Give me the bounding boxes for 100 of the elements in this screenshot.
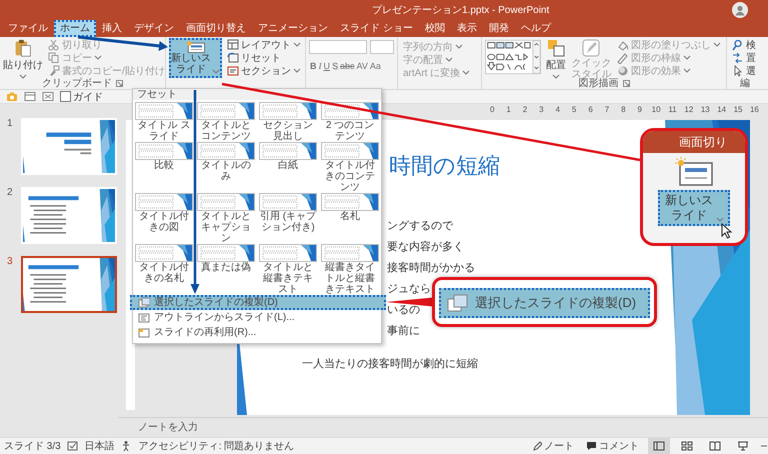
layout-option[interactable]: 引用 (キャプション付き) [259, 193, 317, 233]
ribbon-button[interactable]: 検 [730, 38, 758, 51]
slide-thumbnail[interactable] [21, 256, 117, 313]
ribbon-tab[interactable]: 校閲 [418, 20, 451, 37]
ruler-number: 3 [538, 104, 545, 114]
section-button[interactable]: セクション [225, 64, 303, 77]
font-style-button[interactable]: S [331, 60, 340, 72]
dialog-launcher-icon [116, 80, 123, 87]
new-slide-button[interactable]: 新しいスライド [658, 190, 730, 226]
layout-thumbnail-icon [197, 244, 255, 262]
new-slide-button[interactable]: 新しいスライド [169, 38, 222, 78]
notes-icon [532, 441, 542, 451]
ribbon-tab[interactable]: 開発 [482, 20, 515, 37]
layout-option[interactable]: 真または偽 [197, 244, 255, 273]
reset-icon [227, 52, 239, 64]
duplicate-slide-icon [138, 296, 150, 308]
font-style-button[interactable]: AV [356, 60, 369, 72]
presentation-icon [737, 441, 749, 451]
caret-icon [293, 67, 301, 74]
ribbon-tab[interactable]: デザイン [128, 20, 180, 37]
comment-icon [586, 441, 597, 451]
normal-view-button[interactable] [648, 438, 670, 454]
paste-button[interactable]: 貼り付け [3, 38, 43, 78]
ribbon-tab[interactable]: ホーム [54, 20, 96, 37]
layout-thumbnail-icon [321, 244, 379, 262]
bullet-text: 要な内容が多く [387, 240, 464, 255]
group-label: クリップボード [42, 78, 112, 89]
search-icon [732, 38, 744, 50]
layout-thumbnail-icon [259, 102, 317, 120]
ruler-number: 14 [716, 104, 728, 114]
layout-thumbnail-icon [135, 193, 193, 211]
layout-option[interactable]: タイトルとキャプション [197, 193, 255, 244]
reset-button[interactable]: リセット [225, 51, 303, 64]
language-label[interactable]: 日本語 [84, 439, 115, 453]
dialog-launcher-icon [622, 80, 630, 87]
group-label: 編 [740, 78, 750, 89]
ribbon-tab[interactable]: 画面切り [643, 131, 745, 153]
ribbon-tab[interactable]: アニメーション [252, 20, 334, 37]
layout-option[interactable]: 白紙 [259, 142, 317, 171]
layout-option[interactable]: タイトル付きのコンテンツ [321, 142, 379, 193]
menu-item[interactable]: アウトラインからスライド(L)... [130, 310, 386, 325]
accessibility-status[interactable]: アクセシビリティ: 問題ありません [138, 439, 294, 453]
ruler-number: 0 [488, 104, 496, 114]
layout-button[interactable]: レイアウト [225, 38, 303, 51]
layout-thumbnail-icon [259, 244, 317, 262]
notes-button[interactable]: ノート [529, 439, 577, 453]
comments-button[interactable]: コメント [583, 439, 642, 453]
brush-icon [48, 64, 60, 76]
slide-thumbnail[interactable] [21, 118, 117, 175]
layout-option[interactable]: セクション見出し [259, 102, 317, 142]
layout-option[interactable]: タイトル付きの図 [135, 193, 193, 233]
ruler-number: 10 [650, 104, 662, 114]
font-style-button[interactable]: abc [339, 60, 356, 72]
ribbon-button[interactable]: 置 [730, 51, 758, 64]
shape-gallery[interactable] [485, 38, 541, 76]
ribbon-tab[interactable]: ファイル [2, 20, 54, 37]
ruler-number: 6 [587, 104, 594, 114]
font-style-button[interactable]: Aa [368, 60, 382, 72]
bullet-text: ジュなら [387, 282, 431, 297]
font-name-field[interactable] [309, 40, 367, 54]
caret-icon [462, 69, 470, 76]
spellcheck-icon[interactable] [66, 441, 79, 451]
layout-option[interactable]: 2 つのコンテンツ [321, 102, 379, 142]
caret-icon [713, 41, 721, 48]
font-style-button[interactable]: I [318, 60, 322, 72]
menu-item[interactable]: 選択したスライドの複製(D) [439, 288, 650, 318]
menu-item[interactable]: 選択したスライドの複製(D) [130, 295, 386, 310]
menu-header: フセット [133, 89, 381, 100]
ruler-number: 4 [554, 104, 561, 114]
grid-icon[interactable] [42, 91, 54, 102]
ruler-number: 11 [667, 104, 678, 114]
layout-option[interactable]: タイトルのみ [197, 142, 255, 182]
layout-option[interactable]: 名札 [321, 193, 379, 222]
arrange-button[interactable]: 配置 [544, 38, 568, 78]
ribbon-tab[interactable]: 表示 [450, 20, 483, 37]
window-icon[interactable] [24, 91, 36, 102]
layout-option[interactable]: 縦書きタイトルと縦書きテキスト [321, 244, 379, 295]
font-style-button[interactable]: U [322, 60, 331, 72]
ribbon-tab[interactable]: 挿入 [96, 20, 128, 37]
effect-icon [617, 64, 629, 76]
caret-icon [94, 54, 102, 61]
slide-number: 3 [7, 256, 14, 267]
checkbox[interactable] [60, 91, 71, 102]
slide-thumbnail[interactable] [21, 187, 117, 244]
layout-option[interactable]: タイトルとコンテンツ [197, 102, 255, 142]
ribbon-tab[interactable]: スライド ショー [334, 20, 419, 37]
layout-option[interactable]: 比較 [135, 142, 193, 171]
layout-option[interactable]: タイトル付きの名札 [135, 244, 193, 284]
slide-counter: スライド 3/3 [4, 440, 61, 453]
ribbon-tab[interactable]: ヘルプ [514, 20, 557, 37]
layout-option[interactable]: タイトル スライド [135, 102, 193, 142]
menu-item[interactable]: スライドの再利用(R)... [130, 325, 386, 340]
font-style-button[interactable]: B [309, 60, 318, 72]
ribbon-button[interactable]: 選 [730, 64, 758, 77]
bullet-text: 事前に [387, 324, 420, 339]
font-size-field[interactable] [370, 40, 394, 54]
grid-view-icon [681, 441, 693, 451]
reuse-slide-icon [138, 326, 150, 338]
layout-option[interactable]: タイトルと縦書きテキスト [259, 244, 317, 295]
ribbon-tab[interactable]: 画面切り替え [180, 20, 252, 37]
